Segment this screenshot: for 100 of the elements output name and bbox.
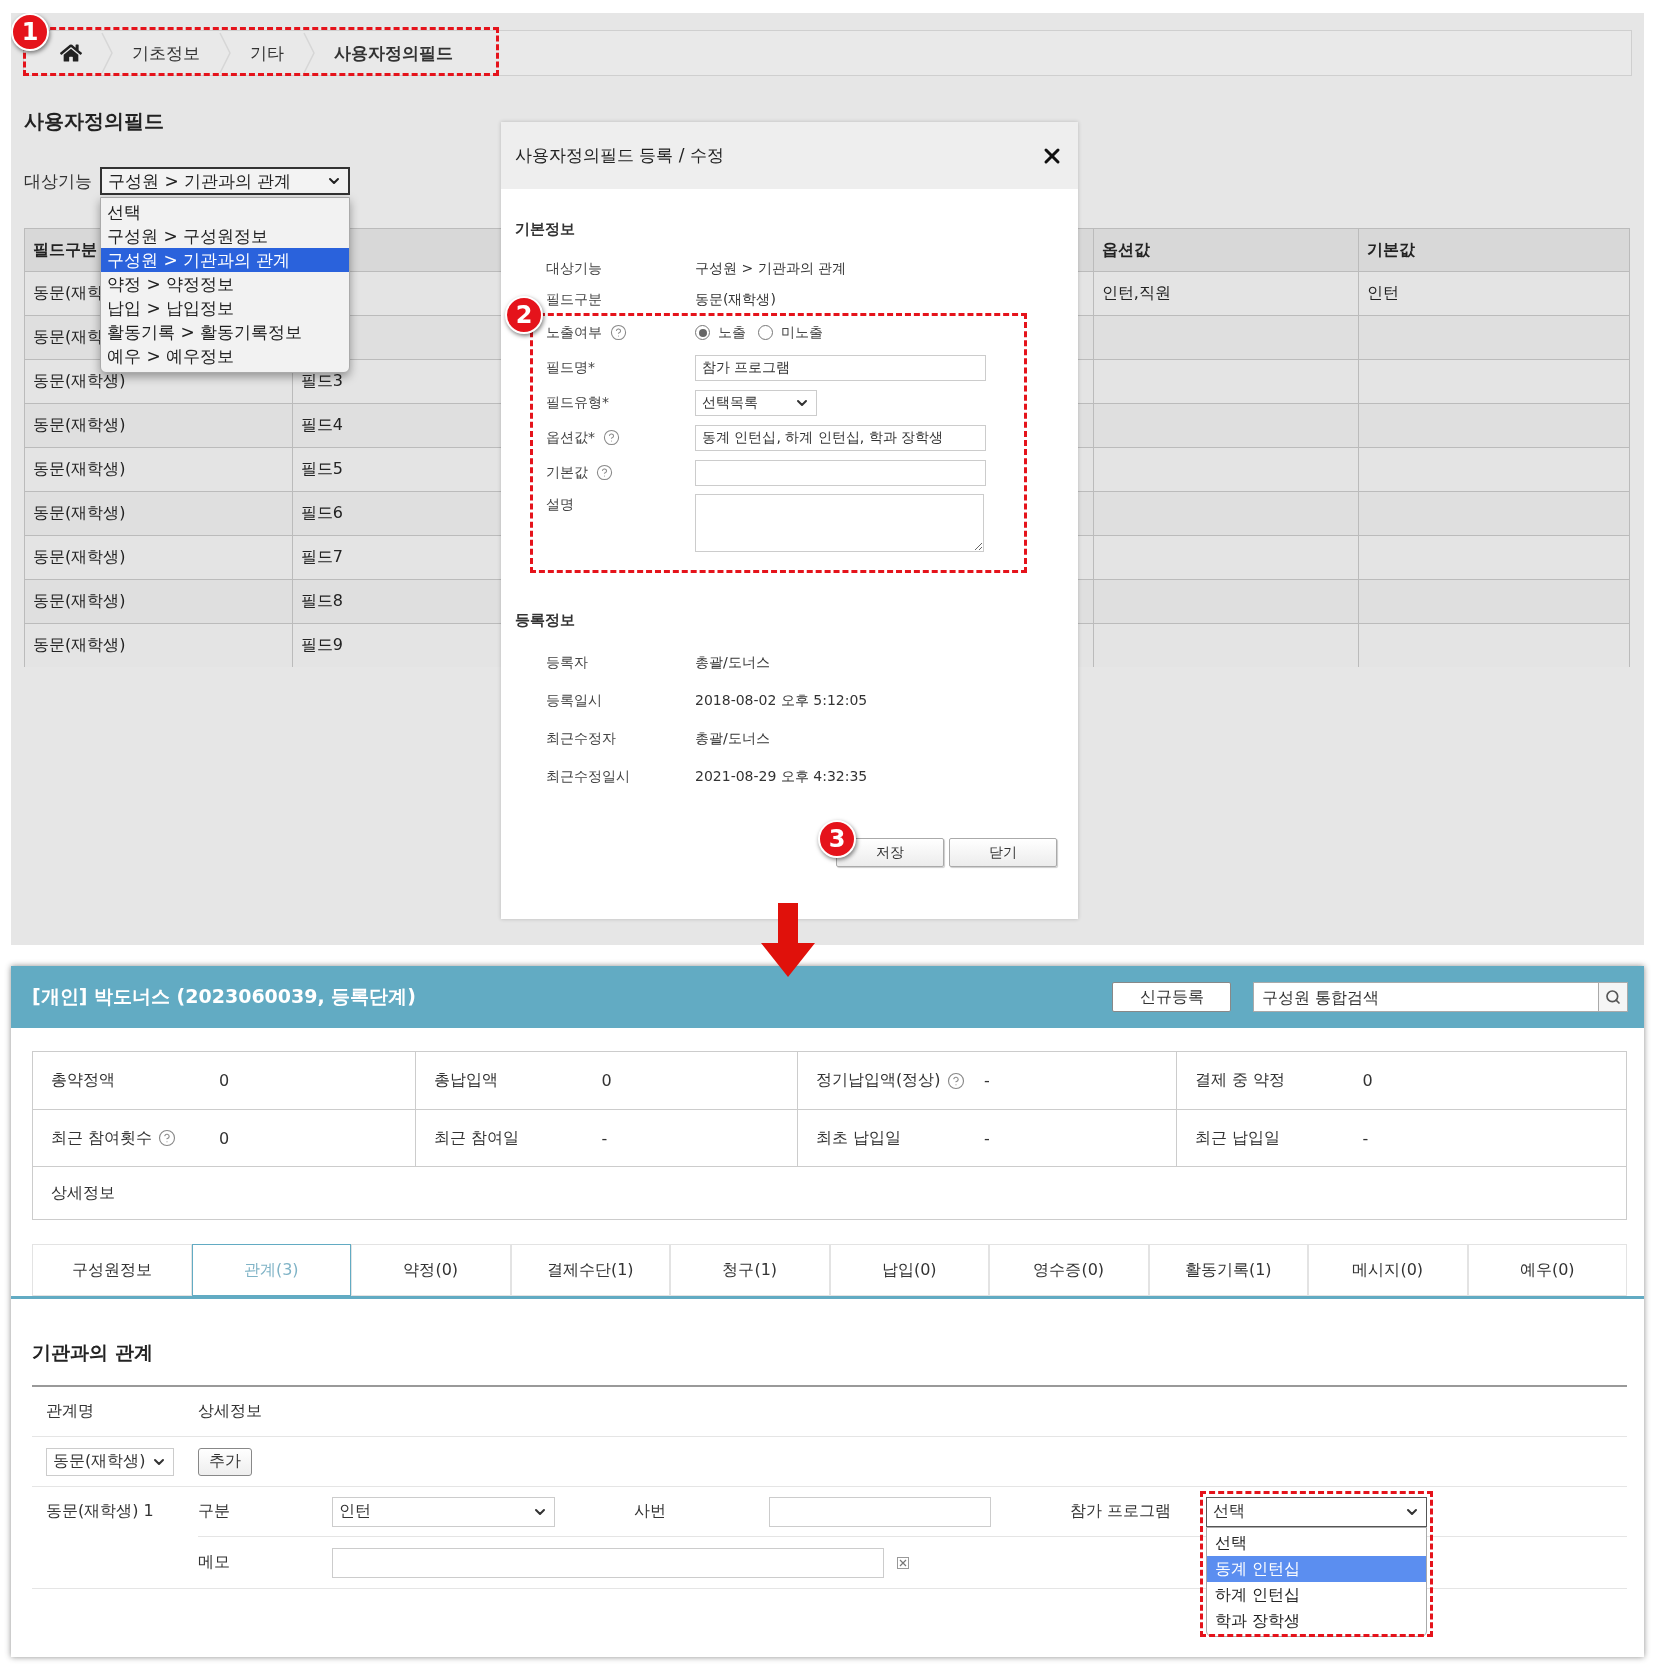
dropdown-option[interactable]: 선택 bbox=[101, 200, 349, 224]
dropdown-option[interactable]: 예우 > 예우정보 bbox=[101, 344, 349, 368]
tab[interactable]: 활동기록(1) bbox=[1148, 1244, 1308, 1296]
select-field[interactable]: 인턴 bbox=[332, 1496, 555, 1527]
table-cell: 동문(재학생) bbox=[33, 371, 126, 392]
select-field[interactable]: 선택목록 bbox=[695, 389, 817, 416]
radio-button[interactable] bbox=[695, 325, 710, 340]
dropdown-option[interactable]: 구성원 > 기관과의 관계 bbox=[101, 248, 349, 272]
summary-label: 정기납입액(정상) bbox=[816, 1070, 941, 1091]
text-input[interactable] bbox=[769, 1496, 991, 1527]
summary-label: 총납입액 bbox=[433, 1070, 498, 1091]
relation-name: 동문(재학생) 1 bbox=[45, 1500, 155, 1522]
radio-button[interactable] bbox=[758, 325, 773, 340]
select-field[interactable]: 선택 bbox=[1206, 1496, 1427, 1527]
field-value: 총괄/도너스 bbox=[695, 654, 771, 672]
breadcrumb-item[interactable]: 사용자정의필드 bbox=[334, 41, 453, 65]
table-cell: 동문(재학생) bbox=[33, 635, 126, 656]
search-icon bbox=[1605, 989, 1621, 1005]
help-icon[interactable] bbox=[603, 429, 620, 446]
table-cell: 동문(재학 bbox=[33, 327, 104, 348]
column-header: 필드구분 bbox=[33, 239, 97, 261]
field-label: 옵션값* bbox=[546, 428, 595, 447]
column-header: 옵션값 bbox=[1101, 239, 1150, 261]
summary-value: 0 bbox=[219, 1128, 230, 1148]
table-cell: 인턴,직원 bbox=[1101, 283, 1171, 304]
callout-marker: 3 bbox=[818, 820, 856, 858]
select-field[interactable]: 구성원 > 기관과의 관계 bbox=[100, 167, 350, 195]
help-icon[interactable] bbox=[610, 324, 627, 341]
summary-value: - bbox=[984, 1071, 990, 1090]
field-label: 사번 bbox=[634, 1501, 667, 1522]
down-arrow-icon bbox=[761, 903, 815, 977]
field-label: 대상기능 bbox=[546, 259, 603, 278]
add-button[interactable]: 추가 bbox=[198, 1447, 252, 1476]
column-header: 관계명 bbox=[46, 1401, 94, 1420]
field-label: 필드구분 bbox=[546, 290, 603, 309]
table-cell: 필드7 bbox=[300, 547, 343, 568]
summary-label: 결제 중 약정 bbox=[1194, 1070, 1285, 1091]
callout-marker: 1 bbox=[11, 13, 49, 51]
new-button[interactable]: 신규등록 bbox=[1112, 982, 1231, 1012]
field-label: 필드명* bbox=[546, 358, 595, 377]
table-cell: 동문(재학 bbox=[33, 283, 104, 304]
table-cell: 인턴 bbox=[1367, 283, 1400, 304]
text-input[interactable] bbox=[332, 1547, 884, 1578]
table-cell: 필드3 bbox=[300, 371, 343, 392]
field-label: 노출여부 bbox=[546, 323, 602, 342]
section-title: 기본정보 bbox=[515, 219, 576, 240]
radio-label: 노출 bbox=[718, 323, 746, 342]
radio-label: 미노출 bbox=[781, 323, 823, 342]
field-label: 등록자 bbox=[546, 654, 589, 672]
text-input[interactable] bbox=[695, 459, 986, 486]
tab[interactable]: 메시지(0) bbox=[1308, 1244, 1468, 1296]
callout-marker: 2 bbox=[505, 296, 543, 334]
help-icon[interactable] bbox=[946, 1071, 965, 1090]
tab[interactable]: 예우(0) bbox=[1467, 1244, 1627, 1296]
dropdown-option[interactable]: 납입 > 납입정보 bbox=[101, 296, 349, 320]
table-cell: 필드4 bbox=[300, 415, 343, 436]
dropdown-option[interactable]: 하계 인턴십 bbox=[1207, 1581, 1426, 1608]
table-cell: 동문(재학생) bbox=[33, 547, 126, 568]
summary-label: 총약정액 bbox=[51, 1070, 115, 1091]
tab[interactable]: 결제수단(1) bbox=[510, 1244, 670, 1296]
member-title: [개인] 박도너스 (2023060039, 등록단계) bbox=[32, 984, 417, 1009]
column-header: 상세정보 bbox=[198, 1401, 262, 1422]
home-icon[interactable] bbox=[60, 42, 82, 64]
dropdown-option[interactable]: 약정 > 약정정보 bbox=[101, 272, 349, 296]
dropdown-option[interactable]: 활동기록 > 활동기록정보 bbox=[101, 320, 349, 344]
field-value: 동문(재학생) bbox=[695, 290, 777, 309]
summary-label: 최근 납입일 bbox=[1194, 1127, 1280, 1149]
field-value: 구성원 > 기관과의 관계 bbox=[695, 259, 848, 278]
tab[interactable]: 구성원정보 bbox=[32, 1244, 192, 1296]
field-label: 기본값 bbox=[546, 463, 588, 482]
search-field[interactable]: 구성원 통합검색 bbox=[1253, 982, 1598, 1012]
summary-label: 상세정보 bbox=[51, 1182, 115, 1204]
text-input[interactable]: 참가 프로그램 bbox=[695, 354, 986, 381]
tab[interactable]: 약정(0) bbox=[351, 1244, 511, 1296]
breadcrumb-item[interactable]: 기타 bbox=[250, 41, 284, 65]
breadcrumb-item[interactable]: 기초정보 bbox=[132, 41, 200, 65]
tab[interactable]: 청구(1) bbox=[670, 1244, 830, 1296]
field-label: 설명 bbox=[546, 496, 574, 514]
dialog-button[interactable]: 닫기 bbox=[949, 838, 1057, 867]
clear-icon[interactable] bbox=[897, 1556, 909, 1569]
summary-value: 0 bbox=[1362, 1071, 1373, 1090]
text-input[interactable]: 동계 인턴십, 하계 인턴십, 학과 장학생 bbox=[695, 424, 986, 451]
dialog-title: 사용자정의필드 등록 / 수정 bbox=[515, 144, 724, 167]
field-label: 최근수정일시 bbox=[546, 768, 631, 786]
dropdown-option[interactable]: 선택 bbox=[1207, 1529, 1426, 1556]
select-field[interactable]: 동문(재학생) bbox=[46, 1447, 174, 1476]
summary-value: 0 bbox=[219, 1071, 230, 1090]
help-icon[interactable] bbox=[596, 464, 613, 481]
dropdown-option[interactable]: 구성원 > 구성원정보 bbox=[101, 224, 349, 248]
dropdown-option[interactable]: 학과 장학생 bbox=[1207, 1607, 1426, 1634]
table-cell: 필드5 bbox=[300, 459, 343, 480]
section-title: 기관과의 관계 bbox=[32, 1340, 154, 1364]
table-cell: 동문(재학생) bbox=[33, 591, 126, 612]
table-cell: 동문(재학생) bbox=[33, 415, 126, 436]
filter-label: 대상기능 bbox=[24, 169, 92, 193]
field-label: 최근수정자 bbox=[546, 730, 617, 748]
help-icon[interactable] bbox=[158, 1129, 177, 1147]
tab[interactable]: 납입(0) bbox=[829, 1244, 989, 1296]
search-button[interactable] bbox=[1598, 982, 1628, 1012]
tab[interactable]: 영수증(0) bbox=[989, 1244, 1149, 1296]
